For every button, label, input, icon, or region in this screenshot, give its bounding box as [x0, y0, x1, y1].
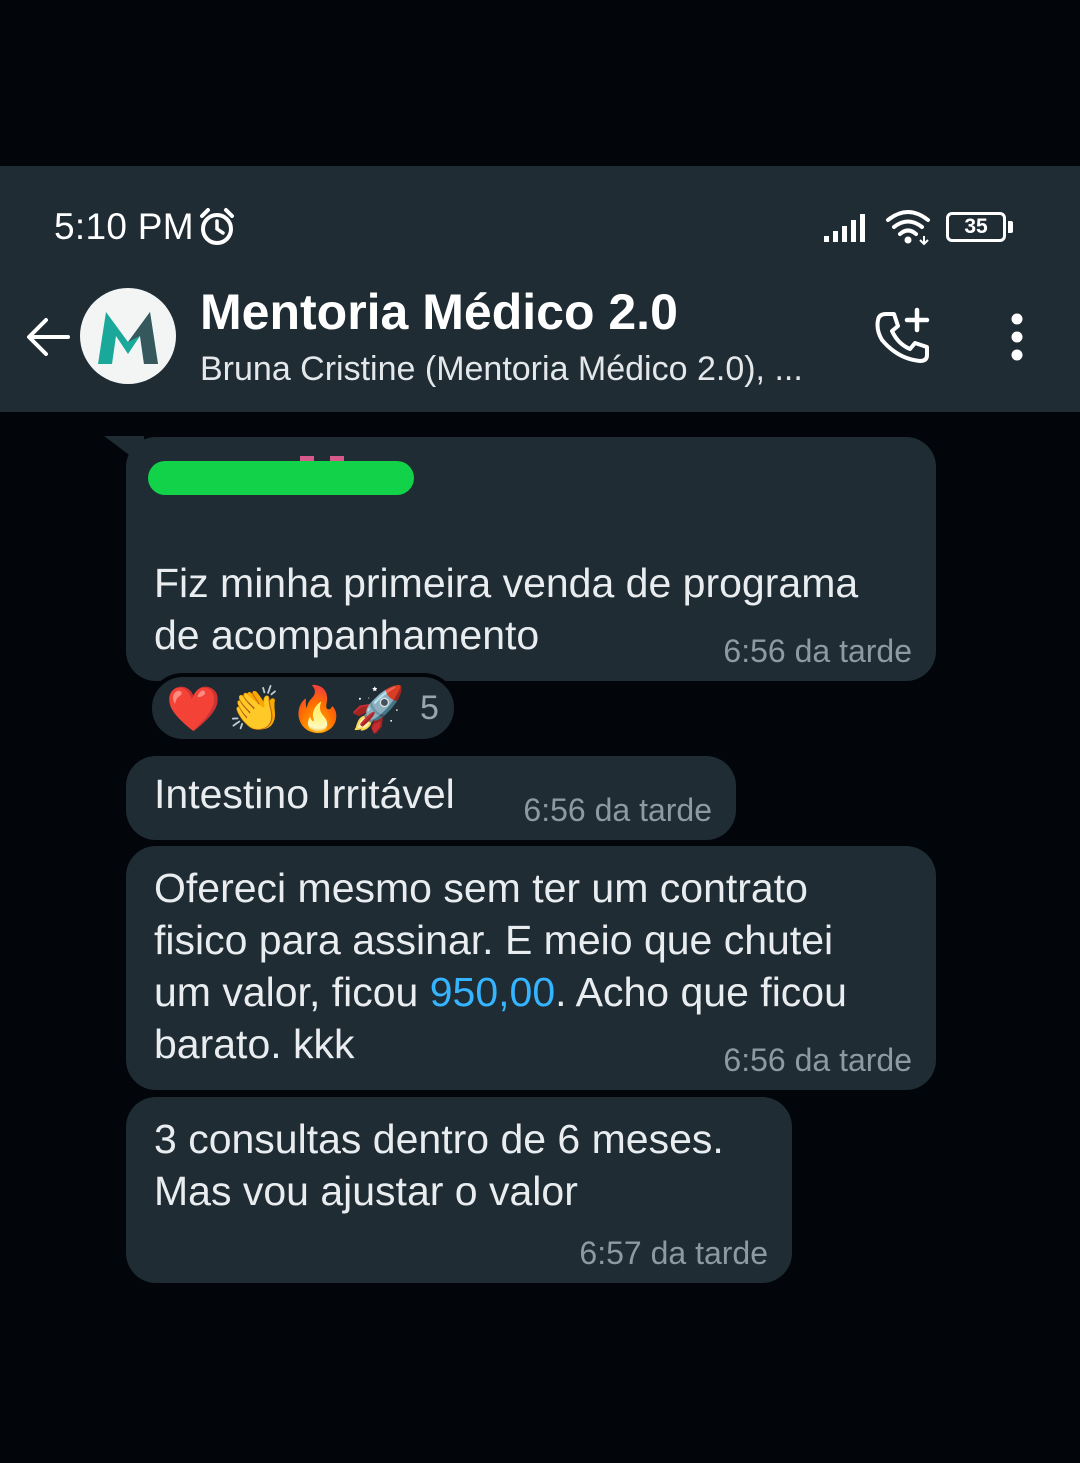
status-time: 5:10 PM	[54, 206, 194, 247]
message-text-line: de acompanhamento	[154, 612, 540, 658]
message-time: 6:56 da tarde	[523, 792, 712, 828]
reactions-pill[interactable]: ❤️ 👏 🔥 🚀 5	[148, 673, 458, 743]
message-time: 6:56 da tarde	[723, 1042, 912, 1078]
message-text-fragment: . Acho que ficou	[555, 969, 847, 1015]
message-time: 6:57 da tarde	[579, 1235, 768, 1271]
reaction-count: 5	[420, 689, 439, 727]
wifi-icon	[886, 210, 930, 246]
m-logo-icon	[98, 312, 158, 364]
message-text-line: Ofereci mesmo sem ter um contrato	[154, 865, 808, 911]
heart-emoji: ❤️	[166, 685, 221, 734]
back-arrow-icon[interactable]	[22, 312, 72, 362]
message-text-line: um valor, ficou 950,00. Acho que ficou	[154, 966, 847, 1018]
battery-icon: 35	[946, 212, 1006, 242]
message-text-line: Mas vou ajustar o valor	[154, 1168, 578, 1214]
message-text-line: Intestino Irritável	[154, 771, 455, 817]
message-time: 6:56 da tarde	[723, 633, 912, 669]
chat-screen: 5:10 PM 35 Mentoria Médico 2.0 Bruna Cri…	[0, 0, 1080, 1463]
chat-title[interactable]: Mentoria Médico 2.0	[200, 283, 678, 341]
message-text-line: fisico para assinar. E meio que chutei	[154, 917, 834, 963]
rocket-emoji: 🚀	[350, 685, 405, 734]
chat-participants[interactable]: Bruna Cristine (Mentoria Médico 2.0), ..…	[200, 350, 803, 389]
signal-icon	[824, 214, 865, 242]
message-bubble[interactable]: Intestino Irritável 6:56 da tarde	[126, 756, 736, 840]
fire-emoji: 🔥	[290, 685, 345, 734]
message-text-fragment: um valor, ficou	[154, 969, 430, 1015]
message-bubble[interactable]: 3 consultas dentro de 6 meses. Mas vou a…	[126, 1097, 792, 1283]
message-text-line: barato. kkk	[154, 1021, 355, 1067]
add-call-icon[interactable]	[872, 306, 934, 368]
message-bubble[interactable]: Ofereci mesmo sem ter um contrato fisico…	[126, 846, 936, 1090]
clapping-emoji: 👏	[228, 685, 283, 734]
more-options-icon[interactable]	[996, 310, 1038, 366]
battery-tip	[1008, 221, 1013, 233]
phone-number-link[interactable]: 950,00	[430, 969, 555, 1015]
group-avatar[interactable]	[80, 288, 176, 384]
alarm-icon	[200, 208, 234, 245]
sender-name-redacted	[148, 461, 414, 495]
message-text-line: 3 consultas dentro de 6 meses.	[154, 1116, 724, 1162]
message-text-line: Fiz minha primeira venda de programa	[154, 560, 859, 606]
